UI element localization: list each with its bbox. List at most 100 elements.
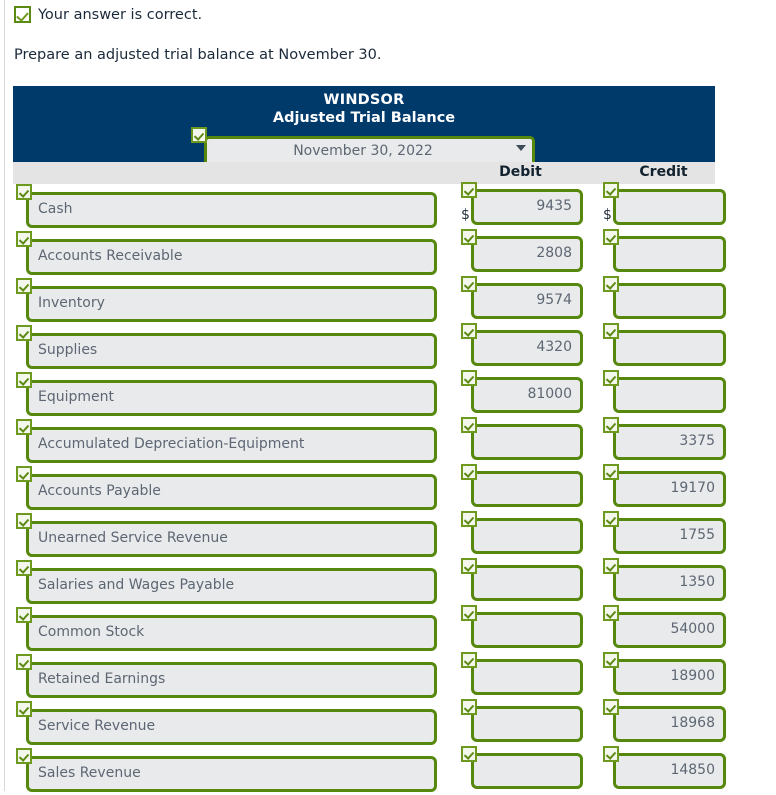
checkmark-icon <box>14 6 31 23</box>
validated-checkmark-icon <box>461 605 477 621</box>
debit-amount-input[interactable] <box>471 565 583 601</box>
account-name-input[interactable]: Sales Revenue <box>26 756 437 792</box>
debit-amount-input[interactable] <box>471 659 583 695</box>
credit-amount-input[interactable] <box>613 377 726 413</box>
validated-checkmark-icon <box>603 652 619 668</box>
debit-amount-input[interactable] <box>471 424 583 460</box>
validated-checkmark-icon <box>603 417 619 433</box>
debit-amount-input[interactable]: 9435 <box>471 189 583 225</box>
currency-symbol-debit: $ <box>461 207 470 223</box>
debit-amount-input[interactable]: 4320 <box>471 330 583 366</box>
validated-checkmark-icon <box>16 607 32 623</box>
account-name-input[interactable]: Accounts Payable <box>26 474 437 510</box>
credit-amount-input[interactable] <box>613 283 726 319</box>
validated-checkmark-icon <box>461 417 477 433</box>
credit-amount-input[interactable]: 1350 <box>613 565 726 601</box>
account-name-input[interactable]: Supplies <box>26 333 437 369</box>
debit-amount-input[interactable] <box>471 471 583 507</box>
table-row: Unearned Service Revenue 1755 <box>13 511 726 560</box>
account-name-input[interactable]: Salaries and Wages Payable <box>26 568 437 604</box>
validated-checkmark-icon <box>16 466 32 482</box>
credit-amount-input[interactable]: 3375 <box>613 424 726 460</box>
column-headers: Debit Credit <box>13 162 715 184</box>
answer-correct-banner: Your answer is correct. <box>14 6 202 23</box>
debit-amount-input[interactable] <box>471 706 583 742</box>
validated-checkmark-icon <box>16 325 32 341</box>
table-row: Accounts Payable 19170 <box>13 464 726 513</box>
validated-checkmark-icon <box>603 464 619 480</box>
validated-checkmark-icon <box>461 276 477 292</box>
validated-checkmark-icon <box>603 699 619 715</box>
validated-checkmark-icon <box>461 699 477 715</box>
adjusted-trial-balance-table: WINDSOR Adjusted Trial Balance November … <box>13 86 726 795</box>
credit-amount-input[interactable]: 14850 <box>613 753 726 789</box>
validated-checkmark-icon <box>16 184 32 200</box>
chevron-down-icon[interactable] <box>516 145 526 151</box>
company-name: WINDSOR <box>323 92 405 108</box>
credit-amount-input[interactable]: 19170 <box>613 471 726 507</box>
validated-checkmark-icon <box>461 558 477 574</box>
table-header: WINDSOR Adjusted Trial Balance November … <box>13 86 715 167</box>
debit-amount-input[interactable] <box>471 612 583 648</box>
account-name-input[interactable]: Equipment <box>26 380 437 416</box>
table-row: Salaries and Wages Payable 1350 <box>13 558 726 607</box>
validated-checkmark-icon <box>603 323 619 339</box>
validated-checkmark-icon <box>16 419 32 435</box>
validated-checkmark-icon <box>16 701 32 717</box>
table-row: Accumulated Depreciation-Equipment 3375 <box>13 417 726 466</box>
credit-amount-input[interactable]: 54000 <box>613 612 726 648</box>
validated-checkmark-icon <box>461 182 477 198</box>
validated-checkmark-icon <box>16 748 32 764</box>
answer-correct-text: Your answer is correct. <box>38 6 203 23</box>
table-row: Accounts Receivable 2808 <box>13 229 726 278</box>
account-name-input[interactable]: Accumulated Depreciation-Equipment <box>26 427 437 463</box>
account-name-input[interactable]: Cash <box>26 192 437 228</box>
account-name-input[interactable]: Service Revenue <box>26 709 437 745</box>
credit-amount-input[interactable] <box>613 189 726 225</box>
validated-checkmark-icon <box>461 229 477 245</box>
account-name-input[interactable]: Common Stock <box>26 615 437 651</box>
table-row: Service Revenue 18968 <box>13 699 726 748</box>
account-name-input[interactable]: Inventory <box>26 286 437 322</box>
column-header-debit: Debit <box>499 164 542 180</box>
report-title: Adjusted Trial Balance <box>272 110 456 126</box>
validated-checkmark-icon <box>603 558 619 574</box>
validated-checkmark-icon <box>461 370 477 386</box>
debit-amount-input[interactable]: 9574 <box>471 283 583 319</box>
validated-checkmark-icon <box>16 513 32 529</box>
validated-checkmark-icon <box>461 652 477 668</box>
account-name-input[interactable]: Retained Earnings <box>26 662 437 698</box>
account-name-input[interactable]: Accounts Receivable <box>26 239 437 275</box>
validated-checkmark-icon <box>461 323 477 339</box>
table-row: Sales Revenue 14850 <box>13 746 726 795</box>
instruction-text: Prepare an adjusted trial balance at Nov… <box>14 47 382 63</box>
validated-checkmark-icon <box>603 746 619 762</box>
credit-amount-input[interactable]: 18900 <box>613 659 726 695</box>
validated-checkmark-icon <box>603 370 619 386</box>
credit-amount-input[interactable]: 18968 <box>613 706 726 742</box>
credit-amount-input[interactable] <box>613 236 726 272</box>
debit-amount-input[interactable]: 2808 <box>471 236 583 272</box>
validated-checkmark-icon <box>603 511 619 527</box>
validated-checkmark-icon <box>603 605 619 621</box>
account-name-input[interactable]: Unearned Service Revenue <box>26 521 437 557</box>
table-row: Supplies 4320 <box>13 323 726 372</box>
validated-checkmark-icon <box>603 229 619 245</box>
page-left-rule <box>4 0 5 791</box>
validated-checkmark-icon <box>461 746 477 762</box>
table-row: Common Stock 54000 <box>13 605 726 654</box>
debit-amount-input[interactable] <box>471 518 583 554</box>
validated-checkmark-icon <box>191 127 207 143</box>
debit-amount-input[interactable] <box>471 753 583 789</box>
validated-checkmark-icon <box>461 464 477 480</box>
date-select-wrapper: November 30, 2022 <box>191 127 535 167</box>
table-row: Equipment 81000 <box>13 370 726 419</box>
table-row: Inventory 9574 <box>13 276 726 325</box>
validated-checkmark-icon <box>603 276 619 292</box>
credit-amount-input[interactable]: 1755 <box>613 518 726 554</box>
validated-checkmark-icon <box>461 511 477 527</box>
debit-amount-input[interactable]: 81000 <box>471 377 583 413</box>
credit-amount-input[interactable] <box>613 330 726 366</box>
validated-checkmark-icon <box>16 231 32 247</box>
validated-checkmark-icon <box>603 182 619 198</box>
